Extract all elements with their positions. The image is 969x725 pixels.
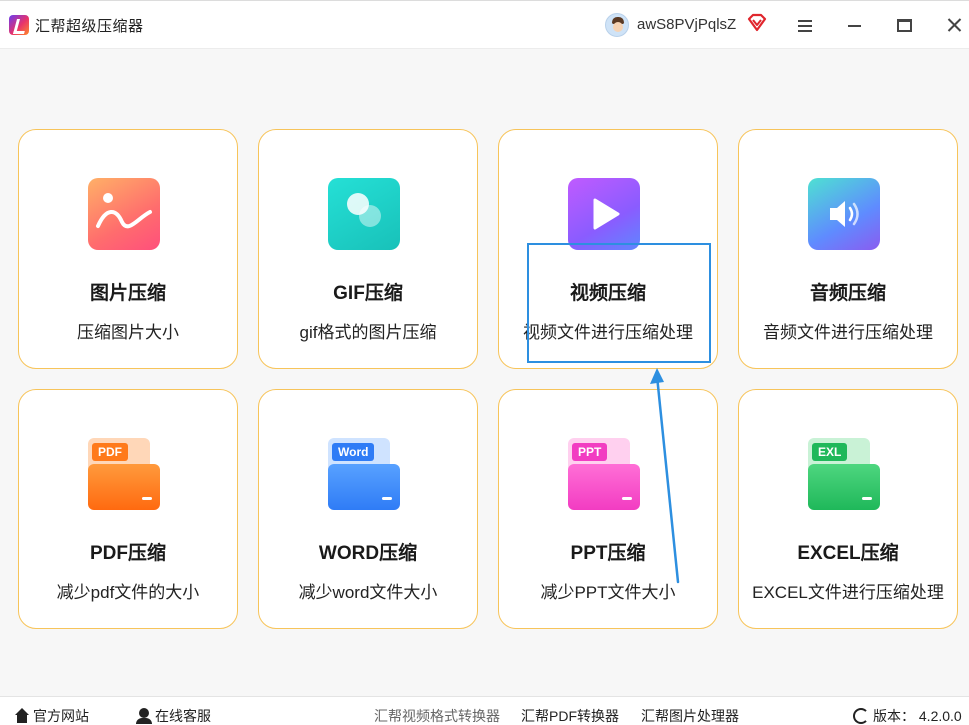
vip-diamond-icon[interactable]: [746, 12, 768, 34]
maximize-icon[interactable]: [893, 13, 915, 37]
card-title: 音频压缩: [809, 283, 886, 304]
gif-icon: [328, 178, 400, 250]
card-title: EXCEL压缩: [797, 543, 899, 564]
annotation-arrow-icon: [650, 368, 680, 584]
title-bar: 汇帮超级压缩器 awS8PVjPqlsZ: [0, 0, 969, 48]
card-description: EXCEL文件进行压缩处理: [752, 583, 944, 602]
image-icon: [88, 178, 160, 250]
card-description: gif格式的图片压缩: [299, 323, 437, 342]
home-icon: [14, 708, 30, 724]
version-info[interactable]: 版本： 4.2.0.0: [853, 706, 962, 725]
refresh-icon: [853, 708, 869, 724]
card-audio-compress[interactable]: 音频压缩 音频文件进行压缩处理: [738, 129, 958, 369]
image-processor-link[interactable]: 汇帮图片处理器: [641, 706, 739, 725]
username[interactable]: awS8PVjPqlsZ: [637, 16, 736, 33]
card-title: PDF压缩: [89, 543, 166, 564]
excel-folder-icon: EXL: [808, 438, 880, 510]
card-image-compress[interactable]: 图片压缩 压缩图片大小: [18, 129, 238, 369]
highlight-box: [527, 243, 711, 363]
card-description: 压缩图片大小: [77, 323, 179, 342]
user-avatar[interactable]: [605, 13, 629, 37]
menu-icon[interactable]: [794, 13, 816, 37]
card-description: 减少word文件大小: [298, 583, 438, 602]
video-converter-link[interactable]: 汇帮视频格式转换器: [374, 706, 500, 725]
card-description: 减少pdf文件的大小: [56, 583, 200, 602]
minimize-icon[interactable]: [843, 13, 865, 37]
card-description: 音频文件进行压缩处理: [763, 323, 933, 342]
customer-service-icon: [136, 708, 152, 724]
app-logo-icon: [9, 15, 29, 35]
app-title: 汇帮超级压缩器: [35, 18, 144, 35]
version-label: 版本： 4.2.0.0: [873, 708, 962, 724]
card-pdf-compress[interactable]: PDF PDF压缩 减少pdf文件的大小: [18, 389, 238, 629]
online-service-label: 在线客服: [155, 708, 211, 724]
online-service-link[interactable]: 在线客服: [136, 706, 211, 725]
video-play-icon: [568, 178, 640, 250]
pdf-converter-link[interactable]: 汇帮PDF转换器: [521, 706, 619, 725]
card-excel-compress[interactable]: EXL EXCEL压缩 EXCEL文件进行压缩处理: [738, 389, 958, 629]
word-tag: Word: [332, 443, 375, 461]
official-website-label: 官方网站: [33, 708, 89, 724]
main-content: 图片压缩 压缩图片大小 GIF压缩 gif格式的图片压缩 视频压缩 视频文件进行…: [0, 48, 969, 696]
pdf-tag: PDF: [92, 443, 128, 461]
card-title: GIF压缩: [333, 283, 403, 304]
footer-bar: 官方网站 在线客服 汇帮视频格式转换器 汇帮PDF转换器 汇帮图片处理器 版本：…: [0, 696, 969, 725]
card-title: 图片压缩: [89, 283, 166, 304]
card-word-compress[interactable]: Word WORD压缩 减少word文件大小: [258, 389, 478, 629]
close-icon[interactable]: [943, 13, 965, 37]
card-title: WORD压缩: [318, 543, 418, 564]
official-website-link[interactable]: 官方网站: [14, 706, 89, 725]
ppt-tag: PPT: [572, 443, 608, 461]
pdf-folder-icon: PDF: [88, 438, 160, 510]
ppt-folder-icon: PPT: [568, 438, 640, 510]
speaker-icon: [808, 178, 880, 250]
excel-tag: EXL: [812, 443, 848, 461]
word-folder-icon: Word: [328, 438, 400, 510]
card-gif-compress[interactable]: GIF压缩 gif格式的图片压缩: [258, 129, 478, 369]
